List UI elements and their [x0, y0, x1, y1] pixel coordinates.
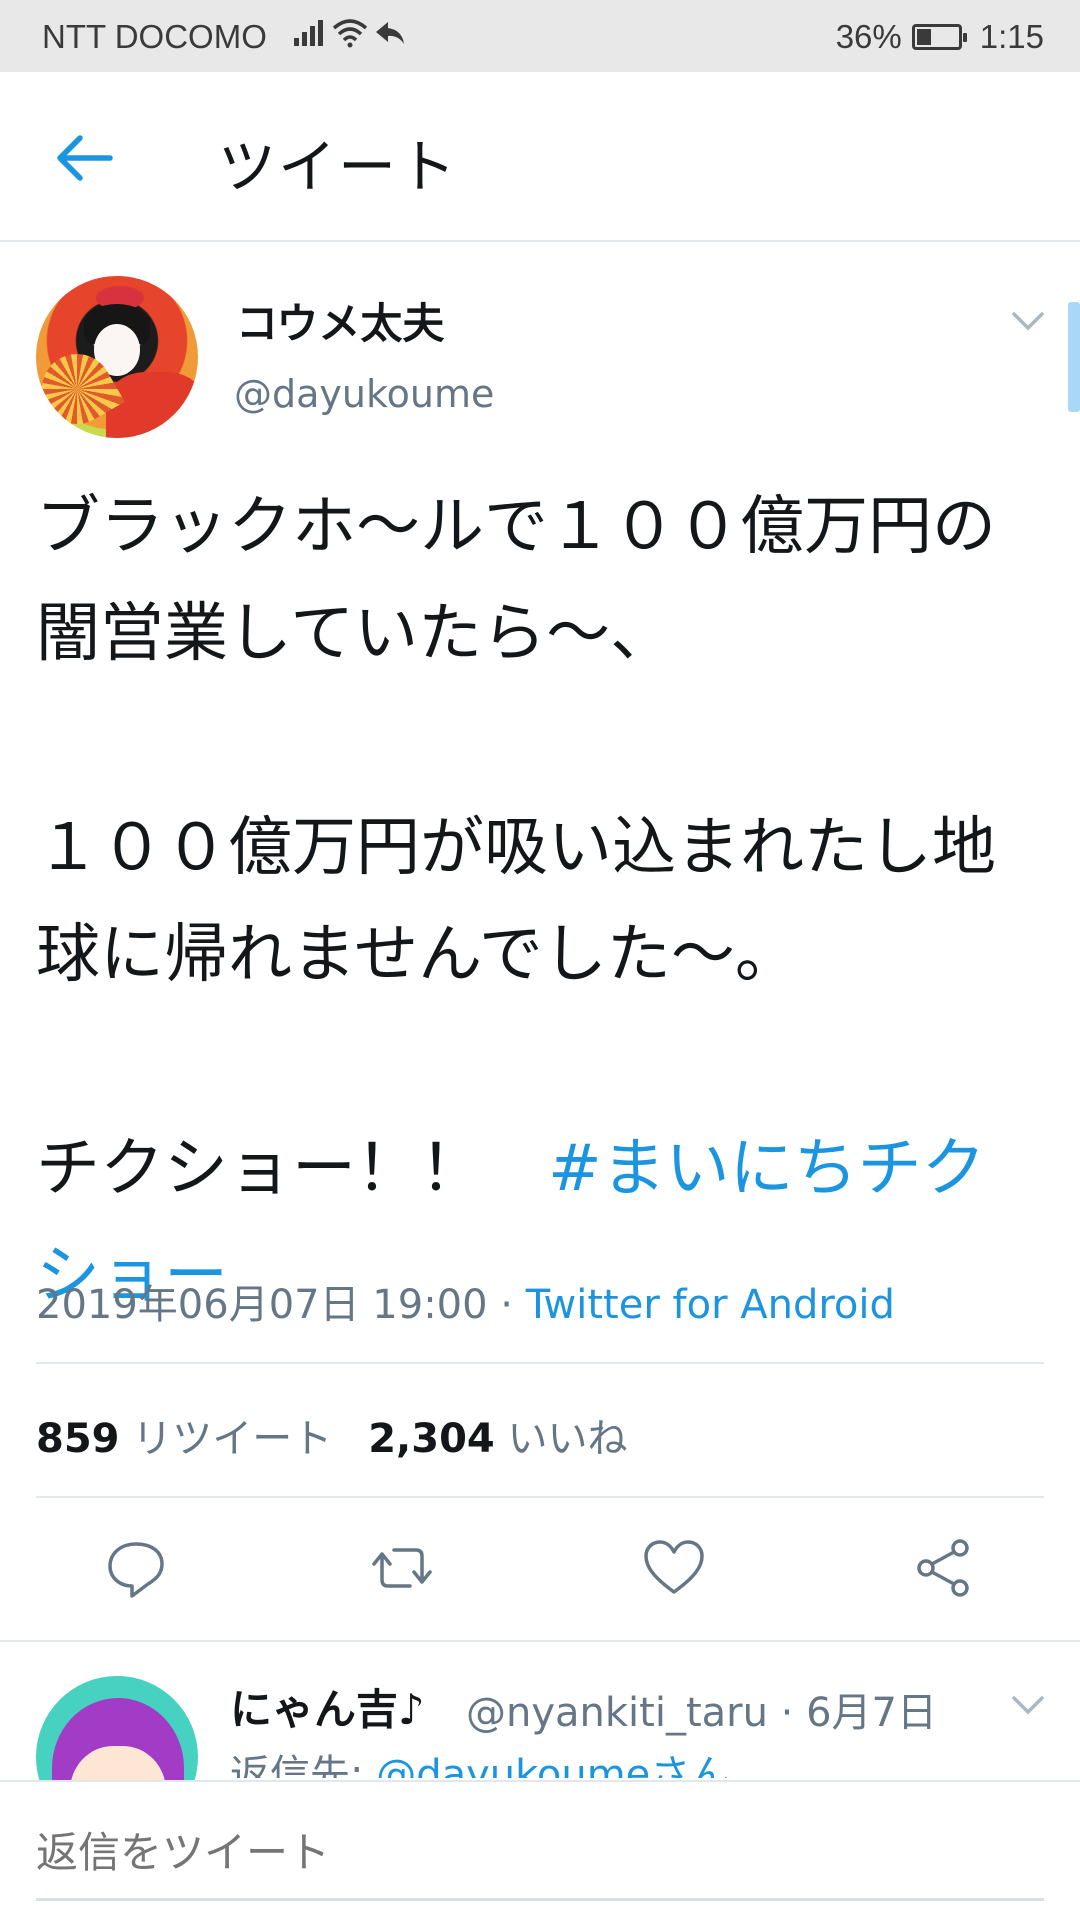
clock: 1:15 [979, 18, 1044, 55]
reply-icon[interactable] [104, 1536, 168, 1600]
author-avatar[interactable] [36, 276, 198, 438]
tweet-stats: 859 リツイート 2,304 いいね [36, 1406, 663, 1464]
divider [36, 1362, 1044, 1364]
battery-percent: 36% [835, 18, 902, 55]
status-bar: NTT DOCOMO 36% 1:15 [0, 0, 1080, 72]
tweet-text-line: チクショー！！ #まいにちチク [36, 1116, 1046, 1223]
wifi-icon [332, 19, 368, 48]
like-icon[interactable] [642, 1536, 706, 1600]
author-handle[interactable]: @dayukoume [234, 372, 494, 416]
carrier-name: NTT DOCOMO [42, 18, 267, 55]
divider [36, 1496, 1044, 1498]
reply-to-prefix: 返信先: [230, 1752, 377, 1778]
status-icons [292, 18, 406, 48]
retweet-icon[interactable] [370, 1536, 434, 1600]
reply-mention-link[interactable]: @dayukoumeさん [376, 1752, 730, 1778]
tweet-meta: 2019年06月07日 19:00 · Twitter for Android [36, 1272, 895, 1330]
tweet-timestamp: 2019年06月07日 19:00 · [36, 1282, 526, 1328]
status-right: 36% 1:15 [836, 18, 1044, 56]
scroll-indicator [1068, 302, 1080, 412]
divider [0, 1640, 1080, 1642]
call-forward-icon [376, 22, 404, 44]
tweet-text-line: ブラックホ〜ルで１００億万円の [36, 490, 996, 564]
tweet-text-line: １００億万円が吸い込まれたし地 [36, 811, 996, 885]
retweet-count-value: 859 [36, 1416, 120, 1462]
like-count[interactable]: 2,304 いいね [368, 1406, 627, 1464]
tweet-text-line: 球に帰れませんでした〜。 [36, 918, 799, 992]
tweet-body: ブラックホ〜ルで１００億万円の 闇営業していたら〜、 １００億万円が吸い込まれた… [36, 474, 1046, 1330]
top-app-bar: ツイート [0, 72, 1080, 242]
page-title: ツイート [218, 133, 459, 201]
retweet-count-label: リツイート [132, 1416, 333, 1462]
tweet-actions [0, 1500, 1080, 1640]
reply-input[interactable] [36, 1820, 1044, 1901]
hashtag-link[interactable]: #まいにちチク [548, 1132, 986, 1206]
reply-author-display-name[interactable]: にゃん吉♪ [230, 1676, 425, 1737]
like-count-value: 2,304 [368, 1416, 495, 1462]
reply-author-handle[interactable]: @nyankiti_taru · 6月7日 [466, 1680, 937, 1738]
signal-icon [294, 20, 323, 46]
chevron-down-icon[interactable] [1010, 1686, 1046, 1722]
tweet-text-segment: チクショー！！ [36, 1132, 548, 1206]
share-icon[interactable] [912, 1536, 976, 1600]
reply-composer [0, 1780, 1080, 1922]
retweet-count[interactable]: 859 リツイート [36, 1406, 332, 1464]
tweet-source-link[interactable]: Twitter for Android [526, 1282, 895, 1328]
chevron-down-icon[interactable] [1010, 302, 1046, 338]
tweet-text-line: 闇営業していたら〜、 [36, 597, 675, 671]
back-arrow-icon[interactable] [52, 126, 116, 190]
reply-to-line: 返信先: @dayukoumeさん [230, 1742, 730, 1778]
battery-icon [911, 24, 967, 50]
author-display-name[interactable]: コウメ太夫 [236, 290, 444, 351]
like-count-label: いいね [507, 1416, 628, 1462]
